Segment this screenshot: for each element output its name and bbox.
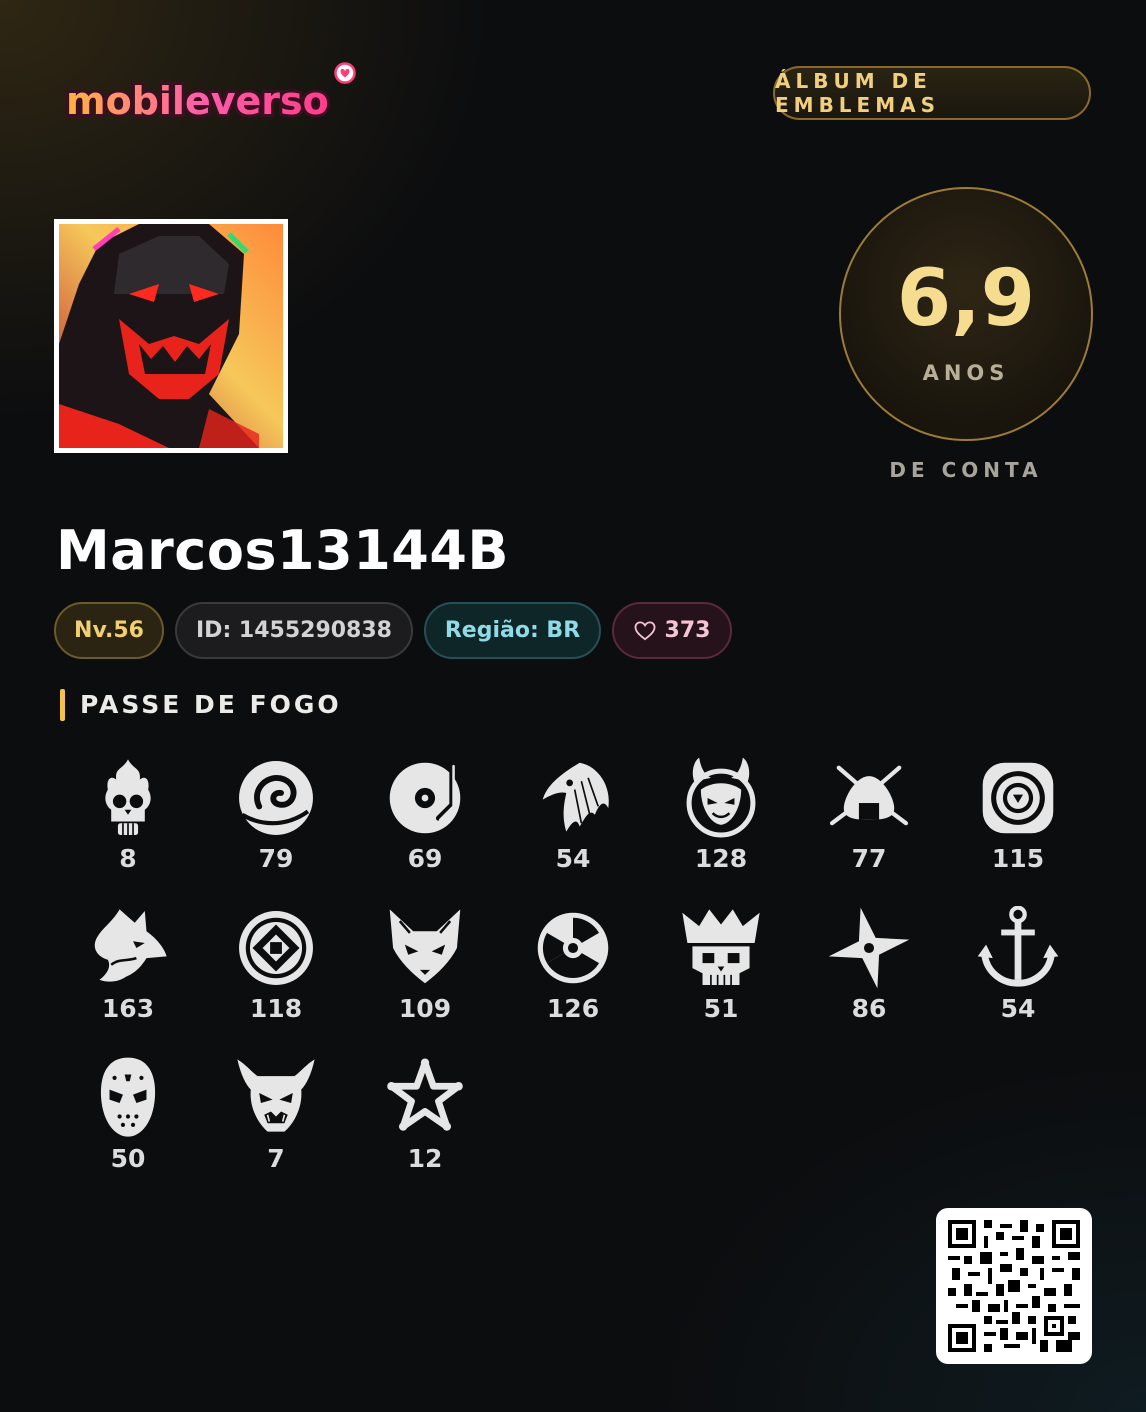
account-age-value: 6,9: [896, 254, 1036, 344]
badge-devil-horns[interactable]: 128: [661, 756, 781, 896]
account-age-badge: 6,9 ANOS: [839, 187, 1093, 441]
wolf-head-icon: [94, 909, 167, 982]
shuriken-icon: [828, 907, 910, 989]
qr-code[interactable]: [936, 1208, 1092, 1364]
devil-horns-icon: [686, 757, 756, 838]
badge-count: 8: [119, 844, 137, 873]
logo-text: mobileverso: [66, 79, 329, 123]
badge-count: 118: [249, 994, 303, 1023]
radiation-icon: [537, 912, 609, 984]
badge-crowned-skull[interactable]: 51: [661, 906, 781, 1046]
badge-anchor[interactable]: 54: [958, 906, 1078, 1046]
eagle-head-icon: [542, 762, 609, 832]
heart-outline-icon: [634, 620, 655, 640]
avatar: [54, 219, 288, 453]
badge-eagle-head[interactable]: 54: [513, 756, 633, 896]
badge-radiation[interactable]: 126: [513, 906, 633, 1046]
badge-count: 109: [398, 994, 452, 1023]
swirl-cloud-icon: [239, 761, 313, 835]
anchor-icon: [977, 906, 1059, 987]
turntable-icon: [389, 762, 461, 834]
section-accent-bar: [60, 689, 65, 721]
target-ring-icon: [982, 762, 1054, 834]
oni-mask-icon: [237, 1059, 315, 1132]
badge-count: 50: [110, 1144, 146, 1173]
badge-count: 86: [851, 994, 887, 1023]
badge-wolf-head[interactable]: 163: [68, 906, 188, 1046]
badge-count: 54: [555, 844, 591, 873]
badge-count: 79: [258, 844, 294, 873]
likes-count: 373: [664, 618, 711, 643]
badge-ancient-coin[interactable]: 118: [216, 906, 336, 1046]
badge-sheriff-star[interactable]: 12: [365, 1056, 485, 1196]
flaming-skull-icon: [105, 759, 151, 835]
badge-swirl-cloud[interactable]: 79: [216, 756, 336, 896]
sheriff-star-icon: [387, 1058, 463, 1131]
badge-flaming-skull[interactable]: 8: [68, 756, 188, 896]
badge-rice-ball[interactable]: 77: [809, 756, 929, 896]
badge-count: 7: [267, 1144, 285, 1173]
level-chip: Nv.56: [54, 602, 164, 659]
badge-count: 128: [694, 844, 748, 873]
badge-shuriken[interactable]: 86: [809, 906, 929, 1046]
ancient-coin-icon: [239, 911, 313, 985]
heart-check-icon: [334, 62, 356, 84]
rice-ball-crossed-icon: [829, 765, 909, 826]
badge-count: 77: [851, 844, 887, 873]
badge-count: 12: [407, 1144, 443, 1173]
badge-count: 54: [1000, 994, 1036, 1023]
badge-count: 51: [703, 994, 739, 1023]
badge-target-ring[interactable]: 115: [958, 756, 1078, 896]
badge-count: 163: [101, 994, 155, 1023]
badge-turntable[interactable]: 69: [365, 756, 485, 896]
badge-count: 115: [991, 844, 1045, 873]
player-id-chip: ID: 1455290838: [175, 602, 413, 659]
hockey-mask-icon: [100, 1057, 156, 1137]
region-chip: Região: BR: [424, 602, 601, 659]
badge-count: 69: [407, 844, 443, 873]
mobileverso-logo: mobileverso: [63, 62, 364, 132]
qr-code-icon: [948, 1220, 1080, 1352]
crowned-skull-icon: [682, 909, 760, 985]
account-age-unit: ANOS: [922, 361, 1010, 385]
account-age-caption: DE CONTA: [889, 458, 1043, 482]
album-de-emblemas-button[interactable]: ÁLBUM DE EMBLEMAS: [773, 66, 1091, 120]
fox-head-icon: [389, 909, 461, 984]
badge-hockey-mask[interactable]: 50: [68, 1056, 188, 1196]
badge-fox-head[interactable]: 109: [365, 906, 485, 1046]
likes-chip[interactable]: 373: [612, 602, 732, 659]
fire-pass-title: PASSE DE FOGO: [80, 690, 342, 719]
badge-oni-mask[interactable]: 7: [216, 1056, 336, 1196]
badge-count: 126: [546, 994, 600, 1023]
username: Marcos13144B: [56, 519, 510, 582]
